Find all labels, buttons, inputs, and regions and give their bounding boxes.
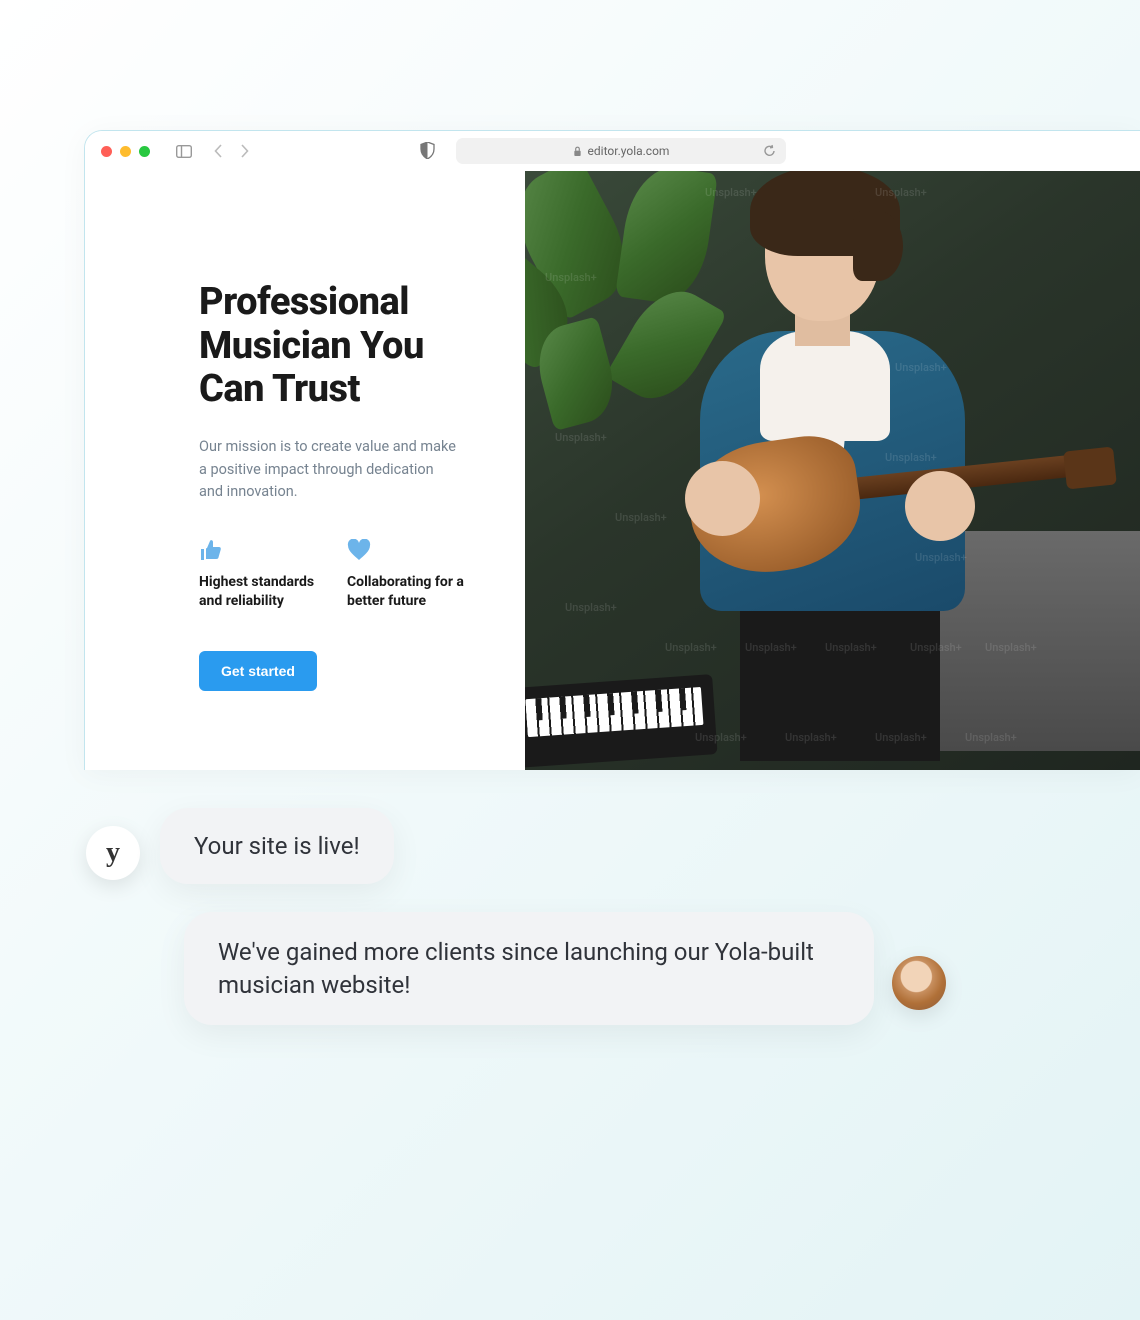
reload-icon[interactable] [763, 144, 776, 158]
feature-row: Highest standards and reliability Collab… [199, 539, 485, 611]
hero-headline: Professional Musician You Can Trust [199, 281, 485, 412]
bot-avatar-letter: y [106, 837, 120, 869]
chat-row-bot: y Your site is live! [86, 808, 1006, 884]
lock-icon [573, 146, 582, 157]
feature-label: Collaborating for a better future [347, 573, 467, 611]
image-watermark: Unsplash+ [565, 601, 617, 614]
hero-mission: Our mission is to create value and make … [199, 436, 459, 503]
address-bar[interactable]: editor.yola.com [456, 138, 786, 164]
thumbs-up-icon [199, 539, 319, 561]
browser-toolbar: editor.yola.com [85, 131, 1140, 171]
window-traffic-lights [101, 146, 150, 157]
hero-image: Unsplash+ Unsplash+ Unsplash+ Unsplash+ … [525, 171, 1140, 770]
page-content: Professional Musician You Can Trust Our … [85, 171, 1140, 770]
browser-window: editor.yola.com Professional Musician Yo… [84, 130, 1140, 770]
bot-avatar: y [86, 826, 140, 880]
maximize-window-icon[interactable] [139, 146, 150, 157]
close-window-icon[interactable] [101, 146, 112, 157]
feature-item: Collaborating for a better future [347, 539, 467, 611]
get-started-button[interactable]: Get started [199, 651, 317, 691]
address-url: editor.yola.com [588, 144, 670, 158]
feature-label: Highest standards and reliability [199, 573, 319, 611]
sidebar-toggle-icon[interactable] [176, 144, 192, 158]
chat-bubble-user: We've gained more clients since launchin… [184, 912, 874, 1025]
back-icon[interactable] [210, 144, 226, 158]
privacy-shield-icon[interactable] [420, 142, 438, 160]
user-avatar [892, 956, 946, 1010]
minimize-window-icon[interactable] [120, 146, 131, 157]
chat-preview: y Your site is live! We've gained more c… [86, 808, 1006, 1053]
chat-row-user: We've gained more clients since launchin… [164, 912, 1006, 1025]
feature-item: Highest standards and reliability [199, 539, 319, 611]
heart-icon [347, 539, 467, 561]
chat-bubble-bot: Your site is live! [160, 808, 394, 884]
hero-text-column: Professional Musician You Can Trust Our … [85, 171, 525, 770]
forward-icon[interactable] [236, 144, 252, 158]
musician-photo [655, 181, 995, 681]
